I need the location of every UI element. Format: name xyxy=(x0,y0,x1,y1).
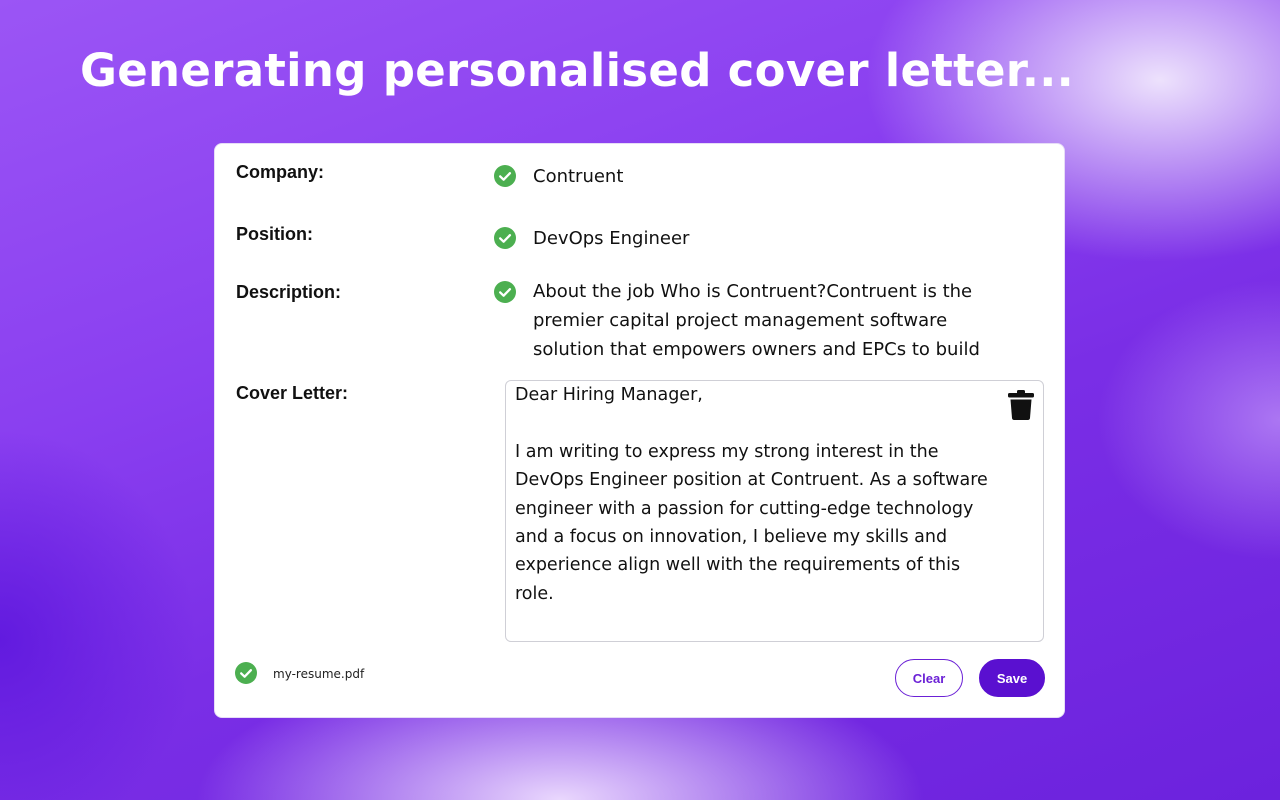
save-button[interactable]: Save xyxy=(979,659,1045,697)
company-label: Company: xyxy=(236,162,325,182)
trash-icon[interactable] xyxy=(1007,389,1035,421)
description-label: Description: xyxy=(236,282,342,302)
cover-letter-textarea[interactable]: Dear Hiring Manager, I am writing to exp… xyxy=(505,380,1044,642)
resume-check-icon xyxy=(235,662,257,684)
clear-button[interactable]: Clear xyxy=(895,659,963,697)
position-value: DevOps Engineer xyxy=(533,228,690,249)
cover-letter-label: Cover Letter: xyxy=(236,383,349,403)
description-value: About the job Who is Contruent?Contruent… xyxy=(533,281,980,360)
position-check-icon xyxy=(494,227,516,249)
resume-file-name: my-resume.pdf xyxy=(273,667,365,681)
cover-letter-text[interactable]: Dear Hiring Manager, I am writing to exp… xyxy=(515,381,999,641)
description-check-icon xyxy=(494,281,516,303)
company-check-icon xyxy=(494,165,516,187)
cover-letter-card: Company: Contruent Position: DevOps Engi… xyxy=(214,143,1065,718)
position-label: Position: xyxy=(236,224,313,244)
page-title: Generating personalised cover letter... xyxy=(80,44,1075,97)
company-value: Contruent xyxy=(533,166,624,187)
